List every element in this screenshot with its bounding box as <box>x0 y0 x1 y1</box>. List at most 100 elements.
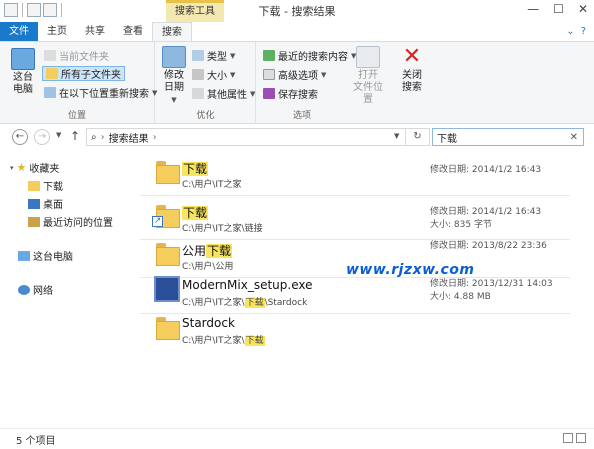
search-again-icon <box>44 87 56 98</box>
chevron-down-icon: ▼ <box>321 70 327 79</box>
ribbon-help-controls: ⌄ ? <box>566 26 594 41</box>
open-location-icon <box>356 46 380 68</box>
group-label: 优化 <box>196 111 215 121</box>
downloads-folder-icon <box>28 180 40 191</box>
forward-arrow-icon[interactable]: → <box>34 129 50 145</box>
other-properties-button[interactable]: 其他属性 ▼ <box>192 86 255 101</box>
current-folder-button[interactable]: 当前文件夹 <box>44 48 109 63</box>
date-modified-button[interactable]: 修改 日期 ▼ <box>160 46 188 106</box>
result-size: 大小: 4.88 MB <box>430 292 491 302</box>
back-arrow-icon[interactable]: ← <box>12 129 28 145</box>
location-group: 这台 电脑 当前文件夹 所有子文件夹 在以下位置重新搜索 ▼ 位置 <box>0 42 157 124</box>
nav-item-desktop[interactable]: 桌面 <box>28 196 63 211</box>
advanced-options-button[interactable]: 高级选项 ▼ <box>263 67 326 82</box>
properties-icon <box>192 88 204 99</box>
result-path: C:\用户\IT之家\链接 <box>182 224 263 234</box>
result-name: 公用下载 <box>182 244 233 258</box>
options-group: 最近的搜索内容 ▼ 高级选项 ▼ 保存搜索 打开 文件位置 ✕ 关闭 搜索 选项 <box>257 42 437 124</box>
help-icon[interactable]: ? <box>581 26 586 37</box>
chevron-down-icon: ▼ <box>230 70 236 79</box>
save-search-button[interactable]: 保存搜索 <box>263 86 318 101</box>
search-input-value: 下载 <box>437 133 457 145</box>
close-icon[interactable]: ✕ <box>578 2 588 16</box>
kind-button[interactable]: 类型 ▼ <box>192 48 235 63</box>
all-subfolders-button[interactable]: 所有子文件夹 <box>42 66 125 81</box>
minimize-icon[interactable]: — <box>527 2 539 16</box>
group-label: 选项 <box>292 111 311 121</box>
tab-home[interactable]: 主页 <box>38 22 76 41</box>
computer-icon <box>18 250 30 261</box>
kind-icon <box>192 50 204 61</box>
advanced-options-icon <box>263 69 275 80</box>
breadcrumb-search-results[interactable]: 搜索结果 <box>109 130 149 145</box>
maximize-icon[interactable]: ☐ <box>553 2 564 16</box>
result-name: 下载 <box>182 162 209 176</box>
result-path: C:\用户\IT之家\下载\Stardock <box>182 298 308 308</box>
clear-search-icon[interactable]: ✕ <box>570 132 583 143</box>
search-results-list: 下载 C:\用户\IT之家 修改日期: 2014/1/2 16:43 ↗ 下载 … <box>140 152 594 428</box>
tab-search[interactable]: 搜索 <box>152 22 192 41</box>
refine-group: 修改 日期 ▼ 类型 ▼ 大小 ▼ 其他属性 ▼ 优化 <box>156 42 256 124</box>
result-name: 下载 <box>182 206 209 220</box>
tab-file[interactable]: 文件 <box>0 22 38 41</box>
result-date: 修改日期: 2014/1/2 16:43 <box>430 165 542 175</box>
result-row[interactable]: Stardock C:\用户\IT之家\下载 <box>140 308 570 352</box>
up-arrow-icon[interactable]: ↑ <box>70 129 80 143</box>
group-label: 位置 <box>67 111 86 121</box>
folder-icon <box>154 314 180 340</box>
tab-view[interactable]: 查看 <box>114 22 152 41</box>
this-pc-button[interactable]: 这台 电脑 <box>8 48 38 96</box>
nav-item-recent-places[interactable]: 最近访问的位置 <box>28 214 113 229</box>
window-title: 下载 - 搜索结果 <box>258 5 336 18</box>
refresh-icon[interactable]: ↻ <box>406 128 430 146</box>
nav-item-downloads[interactable]: 下载 <box>28 178 63 193</box>
shortcut-arrow-icon: ↗ <box>152 216 163 227</box>
address-bar[interactable]: ⌕ › 搜索结果 › <box>86 128 406 146</box>
large-icons-view-icon[interactable] <box>576 433 586 443</box>
navigation-pane: ▾ ★ 收藏夹 下载 桌面 最近访问的位置 这台电脑 网络 <box>0 152 138 428</box>
item-count: 5 个项目 <box>16 436 56 447</box>
folder-icon <box>154 240 180 266</box>
exe-icon <box>154 276 180 302</box>
result-date: 修改日期: 2013/8/22 23:36 <box>430 241 547 251</box>
recent-searches-icon <box>263 50 275 61</box>
breadcrumb-separator-icon: › <box>152 131 157 143</box>
star-icon: ★ <box>16 161 27 174</box>
save-icon <box>263 88 275 99</box>
subfolders-icon <box>46 68 58 79</box>
window-controls: — ☐ ✕ <box>527 2 588 16</box>
details-view-icon[interactable] <box>563 433 573 443</box>
search-input[interactable]: 下载 ✕ <box>432 128 584 146</box>
chevron-down-icon: ▼ <box>171 96 177 104</box>
result-row[interactable]: 下载 C:\用户\IT之家 修改日期: 2014/1/2 16:43 <box>140 152 570 196</box>
result-date: 修改日期: 2014/1/2 16:43 <box>430 207 542 217</box>
computer-icon <box>11 48 35 70</box>
close-icon: ✕ <box>402 44 422 69</box>
calendar-icon <box>162 46 186 68</box>
recent-searches-button[interactable]: 最近的搜索内容 ▼ <box>263 48 356 63</box>
network-icon <box>18 284 30 295</box>
nav-item-this-pc[interactable]: 这台电脑 <box>18 248 73 263</box>
size-button[interactable]: 大小 ▼ <box>192 67 235 82</box>
result-path: C:\用户\IT之家\下载 <box>182 336 265 346</box>
tab-share[interactable]: 共享 <box>76 22 114 41</box>
result-size: 大小: 835 字节 <box>430 220 492 230</box>
open-file-location-button[interactable]: 打开 文件位置 <box>349 46 387 106</box>
search-again-button[interactable]: 在以下位置重新搜索 ▼ <box>44 85 157 100</box>
nav-item-favorites[interactable]: ▾ ★ 收藏夹 <box>10 160 59 175</box>
chevron-down-icon[interactable]: ▼ <box>394 132 399 140</box>
size-icon <box>192 69 204 80</box>
view-toggle <box>563 433 586 443</box>
ribbon: 这台 电脑 当前文件夹 所有子文件夹 在以下位置重新搜索 ▼ 位置 修改 日期 … <box>0 41 594 124</box>
folder-icon <box>44 50 56 61</box>
chevron-down-icon[interactable]: ⌄ <box>566 26 574 37</box>
close-search-button[interactable]: ✕ 关闭 搜索 <box>397 46 427 94</box>
result-name: ModernMix_setup.exe <box>182 278 313 292</box>
folder-icon <box>154 158 180 184</box>
result-name: Stardock <box>182 316 235 330</box>
ribbon-tabs: 文件 主页 共享 查看 搜索 ⌄ ? <box>0 22 594 41</box>
desktop-icon <box>28 198 40 209</box>
chevron-down-icon: ▾ <box>10 163 14 172</box>
nav-item-network[interactable]: 网络 <box>18 282 53 297</box>
chevron-down-icon[interactable]: ▼ <box>56 131 61 139</box>
